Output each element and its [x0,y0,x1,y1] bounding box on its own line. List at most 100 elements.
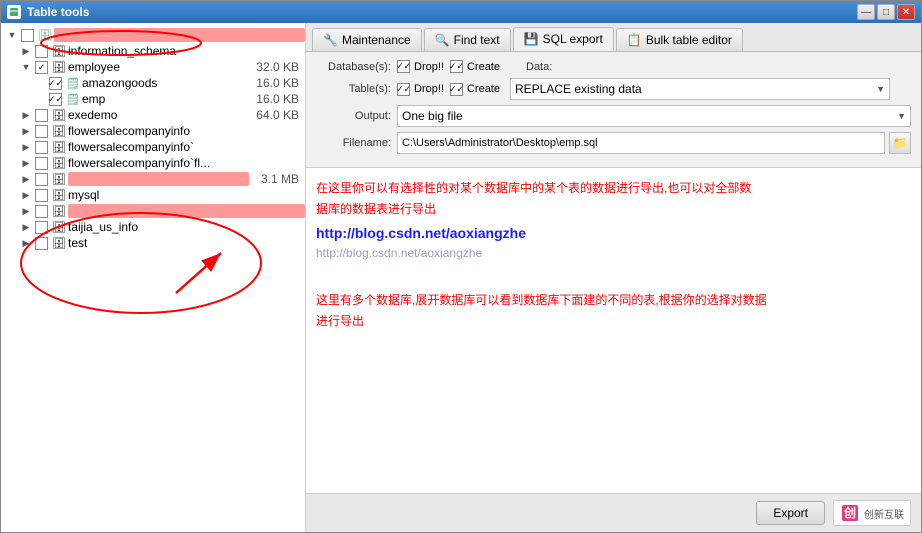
tree-checkbox-fsc2[interactable] [35,141,48,154]
output-label: Output: [316,110,391,122]
tree-label-test: test [68,236,305,250]
table-label: Table(s): [316,83,391,95]
svg-text:创: 创 [843,505,856,520]
tree-checkbox-root[interactable] [21,29,34,42]
tree-item-taijia[interactable]: ▶ 🗄 taijia_us_info [1,219,305,235]
tree-item-information-schema[interactable]: ▶ 🗄 information_schema [1,43,305,59]
maximize-button[interactable]: □ [877,4,895,20]
db-icon-is: 🗄 [52,44,66,58]
tree-checkbox-taijia[interactable] [35,221,48,234]
tree-checkbox-fsc3[interactable] [35,157,48,170]
form-area: Database(s): ✓ Drop!! ✓ Create Data: Tab… [306,52,921,168]
tree-checkbox-test[interactable] [35,237,48,250]
tree-item-amazongoods[interactable]: ▶ ✓ 🗒 amazongoods 16.0 KB [1,75,305,91]
db-icon-h2: 🗄 [52,204,66,218]
db-icon-fsc2: 🗄 [52,140,66,154]
tree-item-fsc2[interactable]: ▶ 🗄 flowersalecompanyinfo` [1,139,305,155]
tree-item-mysql[interactable]: ▶ 🗄 mysql [1,187,305,203]
tab-bulk-table[interactable]: 📋 Bulk table editor [616,28,743,51]
output-dropdown-arrow-icon: ▼ [897,111,906,121]
tree-checkbox-exedemo[interactable] [35,109,48,122]
title-bar: Table tools — □ ✕ [1,1,921,23]
expand-icon-mysql[interactable]: ▶ [19,188,33,202]
tbl-drop-checkbox[interactable]: ✓ [397,83,410,96]
tree-checkbox-amazongoods[interactable]: ✓ [49,77,62,90]
content-url[interactable]: http://blog.csdn.net/aoxiangzhe [316,222,911,244]
tree-checkbox-employee[interactable] [35,61,48,74]
tree-checkbox-is[interactable] [35,45,48,58]
tree-item-highlighted1[interactable]: ▶ 🗄 3.1 MB [1,171,305,187]
bottom-bar: Export 创 创新互联 [306,493,921,532]
tree-label-is: information_schema [68,44,305,58]
output-dropdown-value: One big file [402,109,463,123]
tree-label-exedemo: exedemo [68,108,249,122]
tree-item-emp[interactable]: ▶ ✓ 🗒 emp 16.0 KB [1,91,305,107]
db-icon-h1: 🗄 [52,172,66,186]
expand-icon-exedemo[interactable]: ▶ [19,108,33,122]
window-controls: — □ ✕ [857,4,915,20]
db-icon-employee: 🗄 [52,60,66,74]
tree-label-mysql: mysql [68,188,305,202]
table-icon-amazongoods: 🗒 [66,76,80,90]
title-bar-left: Table tools [7,5,89,19]
data-dropdown[interactable]: REPLACE existing data ▼ [510,78,890,100]
db-icon-exedemo: 🗄 [52,108,66,122]
tbl-create-checkbox[interactable]: ✓ [450,83,463,96]
db-icon-root: 🗄 [38,28,52,42]
browse-icon: 📁 [893,136,908,150]
tree-checkbox-emp[interactable]: ✓ [49,93,62,106]
tab-maintenance[interactable]: 🔧 Maintenance [312,28,422,51]
minimize-button[interactable]: — [857,4,875,20]
tree-size-exedemo: 64.0 KB [249,108,299,122]
tbl-create-group: ✓ Create [450,83,500,96]
expand-icon-test[interactable]: ▶ [19,236,33,250]
db-create-checkbox[interactable]: ✓ [450,60,463,73]
output-dropdown[interactable]: One big file ▼ [397,105,911,127]
expand-icon-h2[interactable]: ▶ [19,204,33,218]
tree-item-test[interactable]: ▶ 🗄 test [1,235,305,251]
expand-icon-taijia[interactable]: ▶ [19,220,33,234]
tree-item-employee[interactable]: ▼ 🗄 employee 32.0 KB [1,59,305,75]
expand-icon[interactable]: ▼ [5,28,19,42]
filename-row: Filename: 📁 [316,132,911,154]
expand-icon-fsc2[interactable]: ▶ [19,140,33,154]
browse-button[interactable]: 📁 [889,132,911,154]
close-button[interactable]: ✕ [897,4,915,20]
tree-item-root[interactable]: ▼ 🗄 [1,27,305,43]
db-icon-mysql: 🗄 [52,188,66,202]
db-icon-test: 🗄 [52,236,66,250]
tree-checkbox-mysql[interactable] [35,189,48,202]
tree-item-fsc3[interactable]: ▶ 🗄 flowersalecompanyinfo`fl... [1,155,305,171]
tab-sql-export[interactable]: 💾 SQL export [513,27,614,51]
logo-area: 创 创新互联 [833,500,911,526]
expand-icon-fsc1[interactable]: ▶ [19,124,33,138]
window-icon [7,5,21,19]
data-dropdown-value: REPLACE existing data [515,82,642,96]
expand-icon[interactable]: ▶ [19,44,33,58]
tbl-drop-label: Drop!! [414,83,444,95]
filename-label: Filename: [316,137,391,149]
logo-text: 创新互联 [864,506,904,521]
content-text-1: 在这里你可以有选择性的对某个数据库中的某个表的数据进行导出,也可以对全部数 据库… [316,178,911,244]
tree-checkbox-h2[interactable] [35,205,48,218]
expand-icon-employee[interactable]: ▼ [19,60,33,74]
filename-input[interactable] [397,132,885,154]
db-create-label: Create [467,61,500,73]
expand-icon-fsc3[interactable]: ▶ [19,156,33,170]
db-drop-checkbox[interactable]: ✓ [397,60,410,73]
tree-item-fsc1[interactable]: ▶ 🗄 flowersalecompanyinfo [1,123,305,139]
export-button[interactable]: Export [756,501,825,525]
tree-item-exedemo[interactable]: ▶ 🗄 exedemo 64.0 KB [1,107,305,123]
tree-label-amazongoods: amazongoods [82,76,249,90]
tbl-create-label: Create [467,83,500,95]
db-create-group: ✓ Create [450,60,500,73]
tbl-drop-group: ✓ Drop!! [397,83,444,96]
tree-checkbox-h1[interactable] [35,173,48,186]
tree-checkbox-fsc1[interactable] [35,125,48,138]
expand-icon-h1[interactable]: ▶ [19,172,33,186]
tab-find-text[interactable]: 🔍 Find text [424,28,511,51]
tree-item-highlighted2[interactable]: ▶ 🗄 [1,203,305,219]
logo-icon: 创 [840,503,860,523]
sql-export-icon: 💾 [524,32,539,46]
db-drop-label: Drop!! [414,61,444,73]
